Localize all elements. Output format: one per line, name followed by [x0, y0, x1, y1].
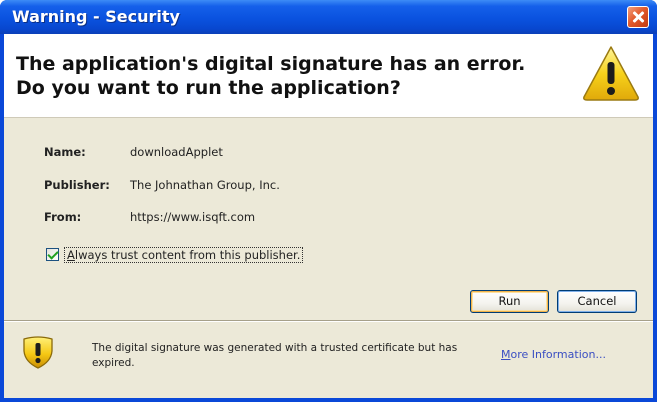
dialog-body: Name: downloadApplet Publisher: The John… — [4, 118, 653, 320]
always-trust-label[interactable]: Always trust content from this publisher… — [64, 247, 304, 263]
cancel-button[interactable]: Cancel — [557, 290, 637, 313]
footer-message: The digital signature was generated with… — [92, 342, 458, 369]
dialog-footer: The digital signature was generated with… — [4, 320, 653, 398]
more-information-link[interactable]: More Information... — [501, 348, 606, 361]
title-bar[interactable]: Warning - Security — [0, 0, 657, 34]
name-label: Name: — [44, 145, 86, 159]
always-trust-checkbox[interactable] — [46, 248, 59, 261]
always-trust-accel: A — [67, 248, 75, 262]
security-dialog: Warning - Security The application's dig… — [0, 0, 657, 402]
warning-shield-icon — [23, 336, 53, 369]
name-value: downloadApplet — [130, 145, 223, 159]
always-trust-text: lways trust content from this publisher. — [74, 248, 301, 262]
from-label: From: — [44, 210, 82, 224]
close-icon[interactable] — [627, 6, 649, 28]
window-title: Warning - Security — [12, 7, 180, 26]
from-value: https://www.isqft.com — [130, 210, 256, 224]
warning-triangle-icon — [583, 46, 639, 101]
more-information-text: ore Information... — [510, 348, 606, 361]
dialog-header: The application's digital signature has … — [4, 34, 653, 118]
run-button[interactable]: Run — [470, 290, 549, 313]
more-information-accel: M — [501, 348, 511, 361]
header-message: The application's digital signature has … — [16, 53, 526, 99]
publisher-value: The Johnathan Group, Inc. — [130, 178, 280, 192]
publisher-label: Publisher: — [44, 178, 110, 192]
